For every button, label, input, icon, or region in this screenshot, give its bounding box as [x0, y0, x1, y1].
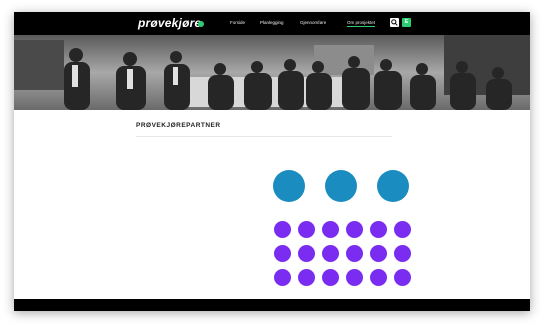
search-icon	[391, 19, 398, 26]
nav-item-om-prosjektet[interactable]: Om prosjektet	[347, 20, 376, 27]
partner-logo-purple[interactable]	[274, 221, 291, 238]
language-button[interactable]: E	[402, 18, 411, 27]
group-photo-illustration	[14, 35, 530, 110]
bottom-bar	[14, 299, 530, 311]
partner-logo-purple[interactable]	[322, 245, 339, 262]
partner-logo-purple[interactable]	[274, 245, 291, 262]
page-title: PRØVEKJØREPARTNER	[136, 122, 221, 129]
title-divider	[136, 136, 392, 137]
partner-logo-blue[interactable]	[377, 170, 409, 202]
top-navbar: prøvekjøre Forside Planlegging Gjennomfø…	[14, 12, 530, 35]
partner-logo-purple[interactable]	[274, 269, 291, 286]
partner-logo-purple[interactable]	[394, 245, 411, 262]
partner-logo-purple[interactable]	[346, 245, 363, 262]
partner-logo-purple[interactable]	[298, 221, 315, 238]
partner-logo-purple[interactable]	[298, 269, 315, 286]
partner-logo-purple[interactable]	[370, 269, 387, 286]
nav-item-planlegging[interactable]: Planlegging	[260, 20, 284, 25]
partner-logo-purple[interactable]	[394, 221, 411, 238]
partner-logo-purple[interactable]	[298, 245, 315, 262]
partner-logo-purple[interactable]	[322, 269, 339, 286]
partner-logo-purple[interactable]	[346, 269, 363, 286]
search-button[interactable]	[390, 18, 399, 27]
partner-logo-purple[interactable]	[346, 221, 363, 238]
nav-item-forside[interactable]: Forside	[230, 20, 245, 25]
partner-logo-purple[interactable]	[370, 245, 387, 262]
main-content: PRØVEKJØREPARTNER	[14, 110, 530, 299]
partner-logo-purple[interactable]	[322, 221, 339, 238]
nav-item-gjennomfore[interactable]: Gjennomføre	[300, 20, 326, 25]
browser-frame: prøvekjøre Forside Planlegging Gjennomfø…	[14, 12, 530, 311]
partner-logo-purple[interactable]	[370, 221, 387, 238]
logo-dot-icon	[198, 21, 204, 27]
partner-logo-blue[interactable]	[325, 170, 357, 202]
partner-logo-purple[interactable]	[394, 269, 411, 286]
site-logo[interactable]: prøvekjøre	[138, 16, 201, 30]
partner-logo-blue[interactable]	[273, 170, 305, 202]
hero-group-photo	[14, 35, 530, 110]
